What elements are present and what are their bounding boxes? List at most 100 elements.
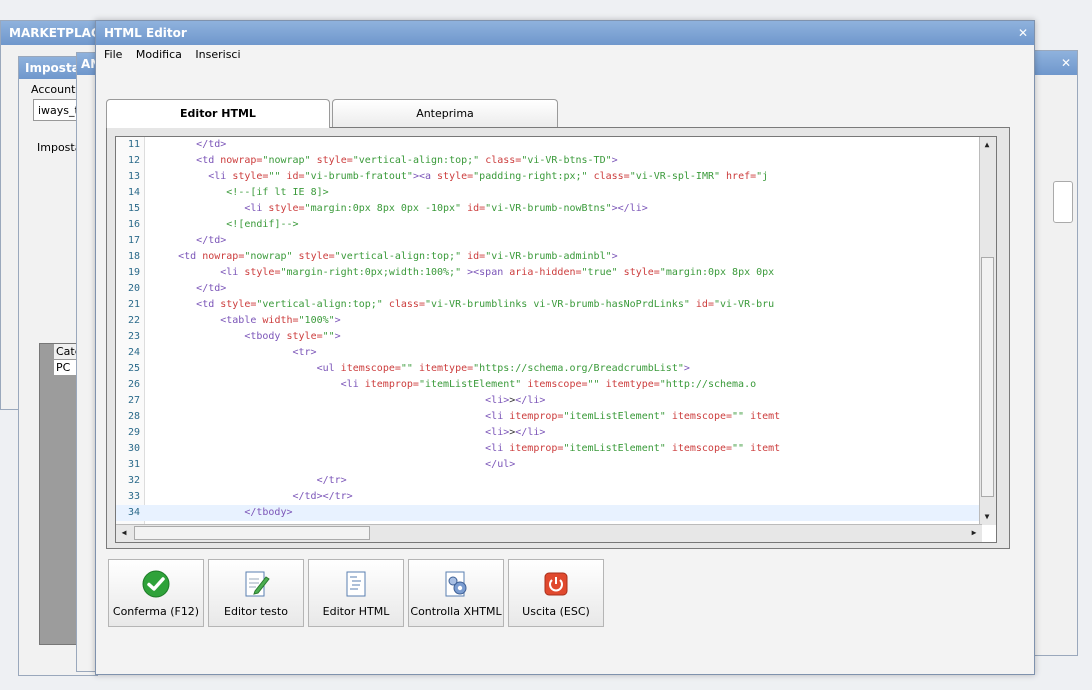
code-token: "padding-right:px;"	[473, 171, 594, 182]
tab-editor-html[interactable]: Editor HTML	[106, 99, 330, 128]
code-line[interactable]: 18 <td nowrap="nowrap" style="vertical-a…	[116, 249, 982, 265]
code-token: itemscope=	[671, 411, 733, 422]
code-token: </td>	[196, 283, 227, 294]
vertical-scroll-thumb[interactable]	[981, 257, 994, 497]
code-line[interactable]: 28 <li itemprop="itemListElement" itemsc…	[116, 409, 982, 425]
code-line[interactable]: 32 </tr>	[116, 473, 982, 489]
code-line[interactable]: 23 <tbody style="">	[116, 329, 982, 345]
code-line[interactable]: 17 </td>	[116, 233, 982, 249]
impostazioni-tab[interactable]: Imposta	[37, 141, 81, 154]
code-token: <!--[if lt IE 8]>	[226, 187, 329, 198]
code-token: <li	[340, 379, 365, 390]
code-line[interactable]: 14 <!--[if lt IE 8]>	[116, 185, 982, 201]
exit-button[interactable]: Uscita (ESC)	[508, 559, 604, 627]
scroll-down-icon[interactable]: ▼	[980, 510, 994, 524]
line-number: 20	[127, 283, 140, 294]
code-token: ""	[587, 379, 606, 390]
menu-inserisci[interactable]: Inserisci	[195, 48, 240, 61]
code-line[interactable]: 30 <li itemprop="itemListElement" itemsc…	[116, 441, 982, 457]
close-icon[interactable]: ✕	[1018, 21, 1028, 45]
code-token: </li>	[515, 427, 546, 438]
code-token: style=	[220, 299, 257, 310]
line-number: 18	[127, 251, 140, 262]
code-line[interactable]: 16 <![endif]-->	[116, 217, 982, 233]
line-number: 27	[127, 395, 140, 406]
code-line[interactable]: 15 <li style="margin:0px 8px 0px -10px" …	[116, 201, 982, 217]
code-line[interactable]: 12 <td nowrap="nowrap" style="vertical-a…	[116, 153, 982, 169]
code-token: <li	[208, 171, 233, 182]
code-line[interactable]: 34 </tbody>	[116, 505, 982, 521]
code-line[interactable]: 27 <li>></li>	[116, 393, 982, 409]
scroll-up-icon[interactable]: ▲	[980, 138, 994, 152]
close-icon[interactable]: ✕	[1061, 51, 1071, 75]
code-token: id=	[286, 171, 305, 182]
code-token: itemprop=	[509, 411, 564, 422]
code-line[interactable]: 13 <li style="" id="vi-brumb-fratout"><a…	[116, 169, 982, 185]
code-line[interactable]: 33 </td></tr>	[116, 489, 982, 505]
marketplace-window-title: MARKETPLACE	[1, 21, 95, 45]
code-token: <li>	[485, 395, 510, 406]
pencil-document-icon	[241, 569, 271, 599]
code-token: <td	[196, 155, 221, 166]
code-token: style=	[232, 171, 269, 182]
code-line[interactable]: 19 <li style="margin-right:0px;width:100…	[116, 265, 982, 281]
code-token: ""	[732, 411, 751, 422]
code-token: "vi-VR-spl-IMR"	[629, 171, 727, 182]
code-line[interactable]: 25 <ul itemscope="" itemtype="https://sc…	[116, 361, 982, 377]
html-editor-button[interactable]: Editor HTML	[308, 559, 404, 627]
code-line[interactable]: 29 <li>></li>	[116, 425, 982, 441]
code-document-icon	[341, 569, 371, 599]
horizontal-scroll-thumb[interactable]	[134, 526, 370, 540]
exit-label: Uscita (ESC)	[522, 605, 590, 618]
code-line[interactable]: 20 </td>	[116, 281, 982, 297]
code-line[interactable]: 22 <table width="100%">	[116, 313, 982, 329]
line-number: 26	[127, 379, 140, 390]
code-line[interactable]: 21 <td style="vertical-align:top;" class…	[116, 297, 982, 313]
code-token: class=	[388, 299, 425, 310]
check-xhtml-button[interactable]: Controlla XHTML	[408, 559, 504, 627]
scroll-right-icon[interactable]: ▶	[967, 526, 981, 540]
code-token: >	[334, 331, 341, 342]
code-token: "vertical-align:top;"	[352, 155, 486, 166]
code-token: id=	[695, 299, 714, 310]
line-number: 16	[127, 219, 140, 230]
code-token: itemt	[750, 443, 781, 454]
code-token: nowrap=	[202, 251, 245, 262]
code-token: itemtype=	[418, 363, 474, 374]
code-token: <![endif]-->	[226, 219, 299, 230]
confirm-button[interactable]: Conferma (F12)	[108, 559, 204, 627]
code-token: ""	[732, 443, 751, 454]
code-line[interactable]: 11 </td>	[116, 137, 982, 153]
code-token: </ul>	[485, 459, 516, 470]
menu-modifica[interactable]: Modifica	[136, 48, 182, 61]
menu-file[interactable]: File	[104, 48, 122, 61]
code-token: ></li>	[611, 203, 648, 214]
code-line[interactable]: 24 <tr>	[116, 345, 982, 361]
editor-titlebar: HTML Editor ✕	[96, 21, 1034, 45]
code-editor[interactable]: 11 </td> 12 <td nowrap="nowrap" style="ve…	[115, 136, 997, 543]
vertical-scrollbar[interactable]: ▲ ▼	[979, 137, 996, 525]
tab-anteprima[interactable]: Anteprima	[332, 99, 558, 127]
text-editor-button[interactable]: Editor testo	[208, 559, 304, 627]
code-token: style=	[268, 203, 305, 214]
code-token: nowrap=	[220, 155, 263, 166]
scroll-left-icon[interactable]: ◀	[117, 526, 131, 540]
horizontal-scrollbar[interactable]: ◀ ▶	[116, 524, 982, 542]
code-token: "true"	[581, 267, 624, 278]
code-line[interactable]: 26 <li itemprop="itemListElement" itemsc…	[116, 377, 982, 393]
background-window-right-titlebar: ✕	[1033, 51, 1077, 75]
code-line[interactable]: 31 </ul>	[116, 457, 982, 473]
